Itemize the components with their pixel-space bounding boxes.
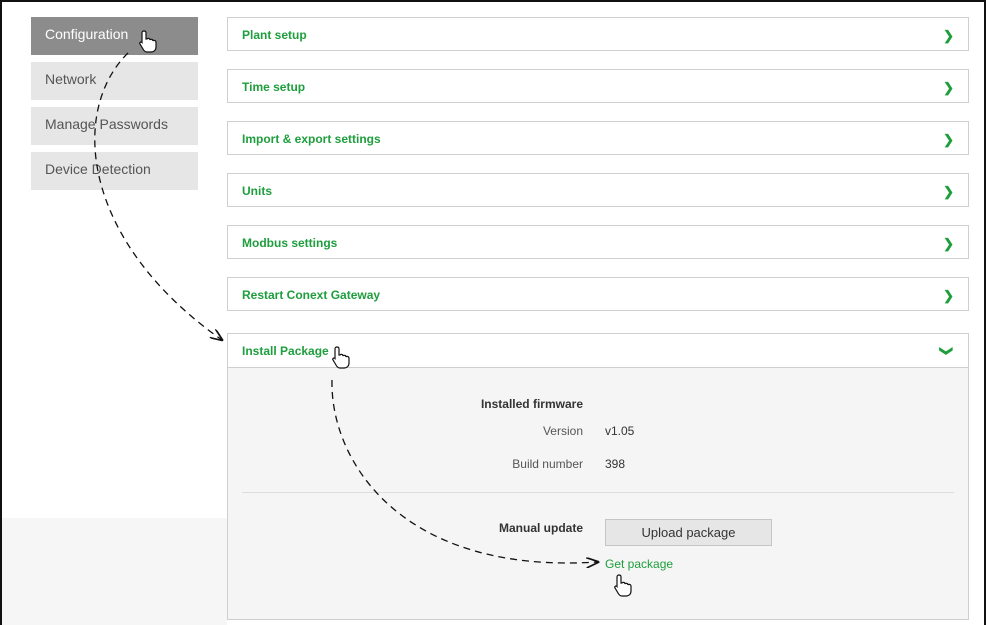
installed-firmware-heading: Installed firmware: [480, 397, 583, 411]
sidebar-item-network[interactable]: Network: [31, 62, 198, 100]
sidebar: Configuration Network Manage Passwords D…: [31, 17, 198, 197]
sidebar-item-device-detection[interactable]: Device Detection: [31, 152, 198, 190]
get-package-link[interactable]: Get package: [605, 557, 673, 571]
panel-title: Restart Conext Gateway: [242, 288, 381, 302]
build-number-label: Build number: [512, 457, 583, 471]
panel-import-export[interactable]: Import & export settings ❯: [227, 121, 969, 155]
background-band: [2, 518, 227, 625]
settings-panels: Plant setup ❯ Time setup ❯ Import & export…: [227, 17, 969, 329]
panel-install-package-header[interactable]: Install Package ❯: [228, 334, 968, 368]
panel-units[interactable]: Units ❯: [227, 173, 969, 207]
chevron-right-icon: ❯: [943, 132, 954, 147]
panel-restart-gateway[interactable]: Restart Conext Gateway ❯: [227, 277, 969, 311]
sidebar-item-label: Network: [45, 71, 97, 87]
panel-modbus-settings[interactable]: Modbus settings ❯: [227, 225, 969, 259]
panel-title: Import & export settings: [242, 132, 381, 146]
build-number-value: 398: [605, 457, 626, 471]
chevron-right-icon: ❯: [943, 236, 954, 251]
version-value: v1.05: [605, 424, 635, 438]
panel-title: Plant setup: [242, 28, 307, 42]
panel-time-setup[interactable]: Time setup ❯: [227, 69, 969, 103]
panel-install-package: Install Package ❯ Installed firmware Ver…: [227, 333, 969, 620]
sidebar-item-manage-passwords[interactable]: Manage Passwords: [31, 107, 198, 145]
panel-title: Modbus settings: [242, 236, 338, 250]
chevron-down-icon: ❯: [939, 345, 955, 357]
chevron-right-icon: ❯: [943, 80, 954, 95]
sidebar-item-label: Configuration: [45, 26, 129, 42]
chevron-right-icon: ❯: [943, 288, 954, 303]
sidebar-item-label: Manage Passwords: [45, 116, 168, 132]
manual-update-label: Manual update: [498, 521, 583, 535]
sidebar-item-label: Device Detection: [45, 161, 151, 177]
divider: [242, 492, 954, 493]
upload-package-button[interactable]: Upload package: [605, 519, 772, 546]
panel-title: Units: [242, 184, 272, 198]
version-label: Version: [542, 424, 583, 438]
panel-plant-setup[interactable]: Plant setup ❯: [227, 17, 969, 51]
panel-title: Install Package: [242, 344, 329, 358]
sidebar-item-configuration[interactable]: Configuration: [31, 17, 198, 55]
chevron-right-icon: ❯: [943, 28, 954, 43]
panel-title: Time setup: [242, 80, 306, 94]
chevron-right-icon: ❯: [943, 184, 954, 199]
